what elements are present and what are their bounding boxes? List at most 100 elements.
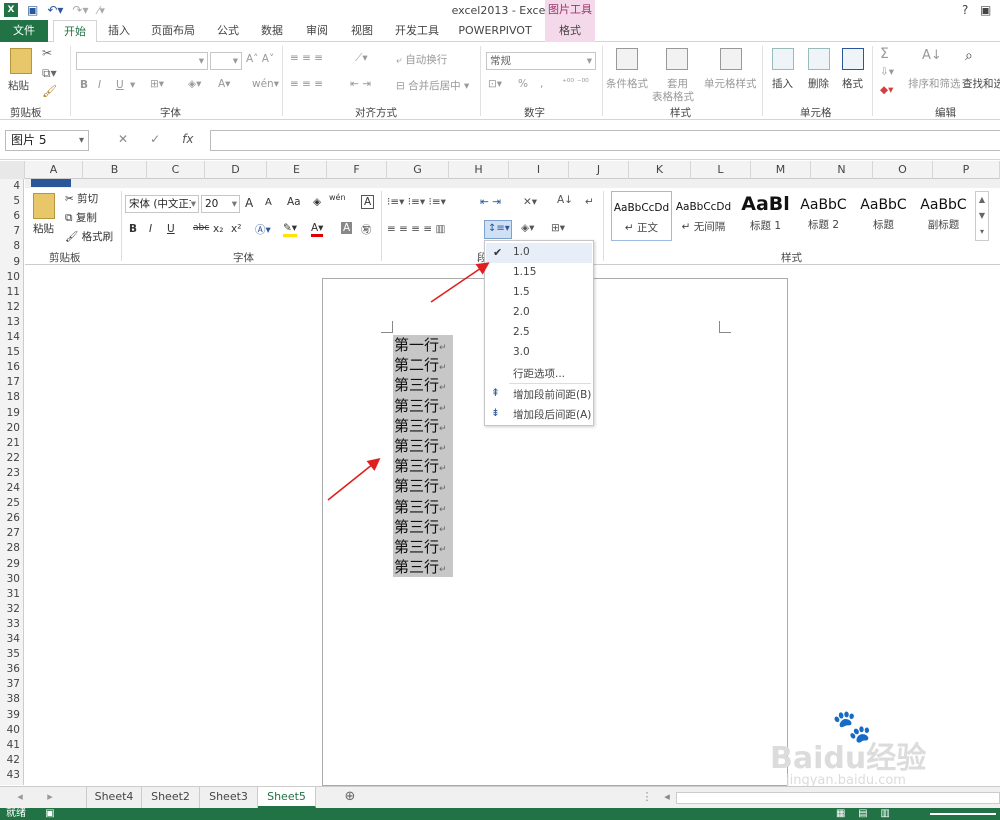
word-shading-para-icon[interactable]: ◈▾ — [521, 222, 534, 234]
line-spacing-option[interactable]: 1.5 — [513, 286, 530, 298]
row-header[interactable]: 31 — [0, 587, 24, 602]
delete-cells-button[interactable]: 删除 — [808, 76, 829, 91]
word-font-size-combo[interactable]: 20 ▾ — [201, 195, 240, 213]
tab-home[interactable]: 开始 — [53, 20, 97, 43]
horizontal-scrollbar[interactable] — [676, 792, 1000, 804]
fill-icon[interactable]: ⇩▾ — [880, 66, 894, 78]
percent-button[interactable]: % — [518, 78, 528, 90]
autosum-button[interactable]: Σ — [880, 46, 889, 62]
orientation-icon[interactable]: ⟋▾ — [355, 52, 368, 65]
word-font-color-icon[interactable]: A▾ — [311, 222, 324, 237]
column-header[interactable]: L — [691, 161, 751, 179]
style-title[interactable]: AaBbC 标题 — [853, 191, 914, 241]
document-line[interactable]: 第三行↵ — [393, 415, 453, 436]
style-subtitle[interactable]: AaBbC 副标题 — [913, 191, 974, 241]
word-highlight-icon[interactable]: ✎▾ — [283, 222, 298, 237]
wrap-text-button[interactable]: ⤶ 自动换行 — [396, 52, 447, 67]
row-header[interactable]: 36 — [0, 662, 24, 677]
name-box[interactable]: 图片 5 ▾ — [5, 130, 89, 151]
word-phonetic-button[interactable]: wén — [329, 193, 346, 202]
add-sheet-icon[interactable]: ⊕ — [340, 787, 360, 808]
tab-review[interactable]: 审阅 — [301, 20, 333, 42]
row-header[interactable]: 21 — [0, 436, 24, 451]
row-header[interactable]: 7 — [0, 224, 24, 239]
enter-formula-icon[interactable]: ✓ — [150, 132, 160, 146]
row-header[interactable]: 10 — [0, 270, 24, 285]
tab-format[interactable]: 格式 — [545, 20, 595, 42]
column-header[interactable]: J — [569, 161, 629, 179]
column-header[interactable]: N — [811, 161, 873, 179]
styles-scroll-icon[interactable]: ▲ ▼ ▾ — [975, 191, 989, 241]
column-header[interactable]: K — [629, 161, 691, 179]
word-clear-format-icon[interactable]: ◈ — [313, 196, 321, 208]
scroll-left-icon[interactable]: ◂ — [660, 787, 674, 808]
tab-insert[interactable]: 插入 — [103, 20, 135, 42]
cancel-formula-icon[interactable]: ✕ — [118, 132, 128, 146]
row-header[interactable]: 26 — [0, 511, 24, 526]
format-table-icon[interactable] — [666, 48, 688, 70]
document-line[interactable]: 第三行↵ — [393, 557, 453, 578]
word-copy-button[interactable]: ⧉ 复制 — [65, 210, 97, 225]
row-header[interactable]: 5 — [0, 194, 24, 209]
insert-function-icon[interactable]: fx — [182, 132, 193, 146]
document-line[interactable]: 第三行↵ — [393, 456, 453, 477]
zoom-slider[interactable] — [930, 813, 996, 815]
document-line[interactable]: 第三行↵ — [393, 516, 453, 537]
next-sheet-icon[interactable]: ▸ — [40, 787, 60, 808]
font-color-icon[interactable]: A▾ — [218, 78, 230, 90]
document-line[interactable]: 第三行↵ — [393, 496, 453, 517]
tab-file[interactable]: 文件 — [0, 20, 48, 42]
style-no-spacing[interactable]: AaBbCcDd ↵ 无间隔 — [673, 191, 734, 241]
word-subscript-button[interactable]: x₂ — [213, 223, 223, 235]
row-header[interactable]: 16 — [0, 360, 24, 375]
word-file-tab[interactable] — [31, 179, 71, 187]
row-header[interactable]: 28 — [0, 541, 24, 556]
row-header[interactable]: 32 — [0, 602, 24, 617]
bold-button[interactable]: B — [80, 79, 88, 91]
column-header[interactable]: M — [751, 161, 811, 179]
column-header[interactable]: E — [267, 161, 327, 179]
word-bold-button[interactable]: B — [129, 223, 137, 235]
word-asian-layout-icon[interactable]: ✕▾ — [523, 196, 537, 208]
word-text-effect-icon[interactable]: Ⓐ▾ — [255, 222, 271, 237]
cut-icon[interactable]: ✂ — [42, 46, 52, 60]
word-format-painter-button[interactable]: 🖌 格式刷 — [65, 229, 113, 244]
row-header[interactable]: 38 — [0, 692, 24, 707]
row-header[interactable]: 30 — [0, 572, 24, 587]
column-header[interactable]: F — [327, 161, 387, 179]
find-select-button[interactable]: 查找和选 — [962, 76, 1000, 91]
document-lines[interactable]: 第一行↵ 第二行↵ 第三行↵ 第三行↵ 第三行↵ 第三行↵ 第三行↵ 第三行↵ 第三行↵ 第三行↵… — [393, 335, 453, 578]
prev-sheet-icon[interactable]: ◂ — [10, 787, 30, 808]
line-spacing-button[interactable]: ↕≡▾ — [484, 220, 512, 239]
row-header[interactable]: 41 — [0, 738, 24, 753]
font-size-combo[interactable]: ▾ — [210, 52, 242, 70]
column-header[interactable]: B — [83, 161, 147, 179]
grow-font-icon[interactable]: A˄ A˅ — [246, 53, 274, 65]
word-grow-font-button[interactable]: A — [245, 196, 253, 210]
clear-icon[interactable]: ◆▾ — [880, 84, 893, 96]
row-header[interactable]: 22 — [0, 451, 24, 466]
line-spacing-option[interactable]: 3.0 — [513, 346, 530, 358]
row-header[interactable]: 20 — [0, 421, 24, 436]
border-icon[interactable]: ⊞▾ — [150, 78, 164, 90]
row-header[interactable]: 24 — [0, 481, 24, 496]
word-shrink-font-button[interactable]: A — [265, 197, 272, 208]
tab-developer[interactable]: 开发工具 — [392, 20, 442, 42]
sort-filter-icon[interactable]: A↓ — [922, 48, 942, 63]
word-char-border-icon[interactable]: A — [361, 195, 375, 209]
format-cells-icon[interactable] — [842, 48, 864, 70]
row-header[interactable]: 39 — [0, 708, 24, 723]
column-header[interactable]: O — [873, 161, 933, 179]
sheet-tab[interactable]: Sheet3 — [200, 787, 258, 808]
paste-icon[interactable] — [10, 48, 32, 77]
word-font-name-combo[interactable]: 宋体 (中文正文▾ — [125, 195, 199, 213]
column-header[interactable]: I — [509, 161, 569, 179]
row-header[interactable]: 12 — [0, 300, 24, 315]
column-header[interactable]: P — [933, 161, 1000, 179]
row-header[interactable]: 42 — [0, 753, 24, 768]
indent-icon[interactable]: ⇤ ⇥ — [350, 78, 371, 90]
word-sort-icon[interactable]: A↓ — [557, 194, 573, 206]
currency-icon[interactable]: ⊡▾ — [488, 78, 502, 90]
row-header[interactable]: 18 — [0, 390, 24, 405]
cell-styles-icon[interactable] — [720, 48, 742, 70]
